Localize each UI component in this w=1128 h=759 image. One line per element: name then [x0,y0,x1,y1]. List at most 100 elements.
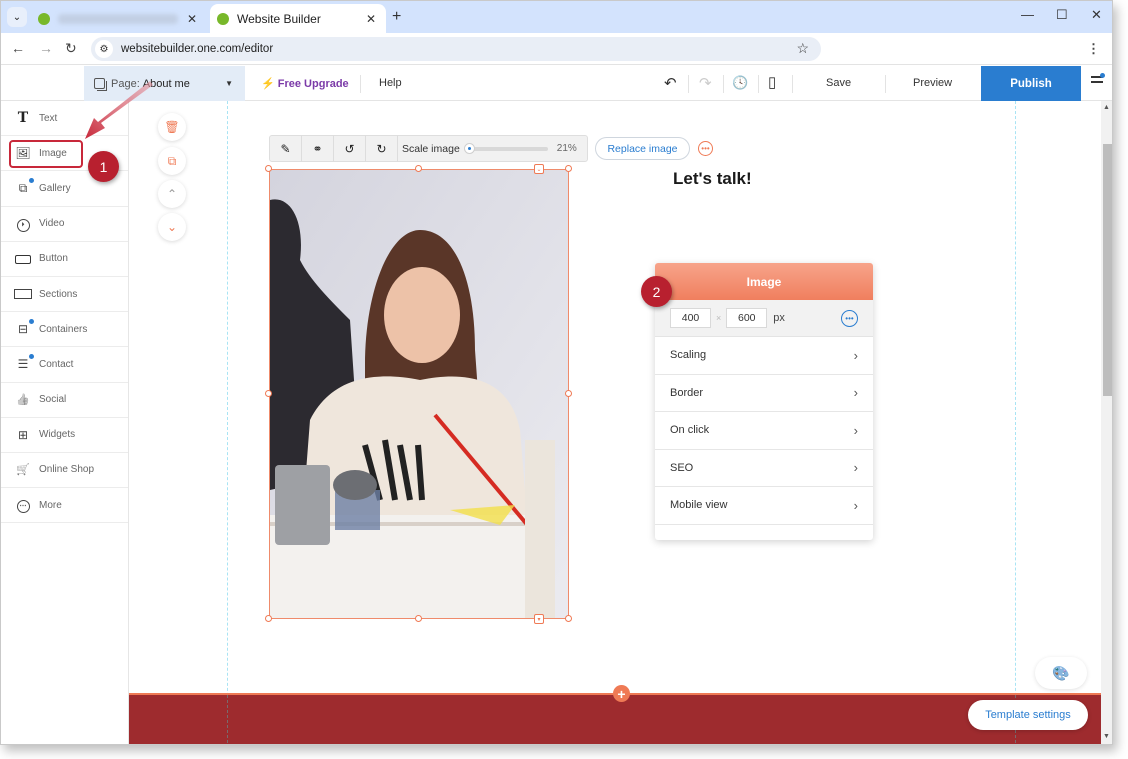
divider [758,75,759,93]
scroll-up-arrow[interactable]: ▲ [1103,104,1110,111]
editor-top-bar: Page: About me ▼ ⚡ Free Upgrade Help ↶ ↷… [1,66,1112,101]
browser-menu-icon[interactable]: ⋮ [1087,41,1100,57]
edit-pencil-icon[interactable]: ✎ [270,135,302,162]
bookmark-star-icon[interactable]: ☆ [796,40,809,57]
sidebar-item-contact[interactable]: ☰ Contact [1,347,128,383]
swatch-icon: 🎨 [1052,664,1070,681]
free-upgrade-label: Free Upgrade [277,78,349,90]
sidebar-item-online-shop[interactable]: 🛒 Online Shop [1,453,128,489]
sidebar-item-more[interactable]: ⋯ More [1,488,128,524]
page-scrollbar[interactable]: ▲ ▼ [1101,101,1112,744]
scroll-down-arrow[interactable]: ▼ [1103,733,1110,740]
sidebar-item-video[interactable]: ⏵ Video [1,207,128,242]
tab-search-button[interactable]: ⌄ [7,7,27,27]
gallery-icon: ⧉ [14,177,34,196]
history-icon[interactable]: 🕓 [732,75,748,91]
move-down-icon[interactable]: ⌄ [158,213,186,241]
divider [723,75,724,93]
row-label: SEO [670,461,694,474]
color-swatch-button[interactable]: 🎨 [1035,657,1087,689]
url-text[interactable]: websitebuilder.one.com/editor [121,43,273,55]
chevron-right-icon: › [853,497,858,513]
favicon [38,12,50,25]
free-upgrade-link[interactable]: ⚡ Free Upgrade [261,77,349,90]
dimensions-more-icon[interactable]: ••• [841,309,858,327]
page-selector[interactable]: Page: About me ▼ [84,66,245,101]
duplicate-icon[interactable]: ⧉ [158,147,186,175]
site-info-icon[interactable]: ⚙ [95,40,113,58]
minimize-button[interactable]: — [1021,7,1034,22]
close-window-button[interactable]: ✕ [1091,7,1102,23]
forward-button[interactable]: → [39,40,53,56]
sidebar-item-sections[interactable]: Sections [1,277,128,313]
undo-icon[interactable]: ↶ [664,74,677,92]
template-settings-button[interactable]: Template settings [968,700,1088,730]
chevron-right-icon: › [853,385,858,401]
rotate-left-icon[interactable]: ↺ [334,135,366,162]
back-button[interactable]: ← [11,40,25,56]
panel-row-mobile-view[interactable]: Mobile view › [655,487,873,525]
tab-close-icon[interactable]: ✕ [366,12,376,26]
resize-handle-bottom[interactable] [415,615,422,622]
width-input[interactable]: 400 [670,308,711,328]
sidebar-item-text[interactable]: T Text [1,101,128,137]
anchor-top-icon[interactable]: ⌄ [534,164,544,174]
tab-strip: ⌄ ✕ Website Builder ✕ + — ☐ ✕ [1,1,1112,33]
resize-handle-bottom-right[interactable] [565,615,572,622]
cart-icon: 🛒 [16,464,30,477]
resize-handle-bottom-left[interactable] [265,615,272,622]
move-up-icon[interactable]: ⌃ [158,180,186,208]
sidebar-item-label: Text [39,112,58,124]
page-heading[interactable]: Let's talk! [673,169,752,189]
height-input[interactable]: 600 [726,308,768,328]
resize-handle-right[interactable] [565,390,572,397]
save-button[interactable]: Save [826,77,851,89]
anchor-bottom-icon[interactable]: ▾ [534,614,544,624]
help-link[interactable]: Help [379,77,402,89]
slider-knob[interactable] [463,142,475,154]
selected-image[interactable] [269,169,569,619]
more-options-icon[interactable]: ••• [698,141,713,156]
panel-row-on-click[interactable]: On click › [655,412,873,450]
resize-handle-top-right[interactable] [565,165,572,172]
row-label: Border [670,386,704,399]
address-bar[interactable]: ⚙ websitebuilder.one.com/editor ☆ [91,37,821,61]
row-label: Mobile view [670,499,728,512]
tab-website-builder[interactable]: Website Builder ✕ [210,4,386,33]
sections-icon [14,287,32,301]
thumbs-up-icon: 👍 [16,394,30,407]
delete-icon[interactable]: 🗑 [158,113,186,141]
panel-row-border[interactable]: Border › [655,375,873,412]
preview-button[interactable]: Preview [913,77,952,89]
resize-handle-left[interactable] [265,390,272,397]
new-tab-button[interactable]: + [392,8,401,26]
sidebar-item-social[interactable]: 👍 Social [1,383,128,418]
resize-handle-top-left[interactable] [265,165,272,172]
replace-image-button[interactable]: Replace image [595,137,690,160]
panel-row-scaling[interactable]: Scaling › [655,337,873,375]
browser-window: ⌄ ✕ Website Builder ✕ + — ☐ ✕ ← → ↻ ⚙ we… [0,0,1113,745]
mobile-view-icon[interactable]: ▯ [768,73,776,91]
dimensions-row: 400 × 600 px ••• [655,300,873,337]
rotate-right-icon[interactable]: ↻ [366,135,398,162]
add-section-button[interactable]: + [613,685,630,702]
footer-section[interactable] [129,693,1101,744]
sidebar-item-label: Containers [39,323,88,335]
panel-row-seo[interactable]: SEO › [655,450,873,487]
publish-button[interactable]: Publish [981,66,1081,101]
sidebar-item-widgets[interactable]: ⊞ Widgets [1,418,128,453]
sidebar-item-button[interactable]: Button [1,242,128,277]
scroll-thumb[interactable] [1103,144,1112,396]
portrait-photo [270,170,568,618]
reload-button[interactable]: ↻ [65,40,77,57]
maximize-button[interactable]: ☐ [1056,7,1068,23]
scale-image-slider[interactable] [463,142,548,154]
text-icon: T [17,110,29,127]
sidebar-item-containers[interactable]: ⊟ Containers [1,312,128,348]
tab-inactive[interactable]: ✕ [31,4,207,33]
tab-title: Website Builder [237,11,321,26]
link-icon[interactable]: ⚭ [302,135,334,162]
tab-close-icon[interactable]: ✕ [187,12,197,26]
resize-handle-top[interactable] [415,165,422,172]
redo-icon[interactable]: ↷ [699,74,712,92]
